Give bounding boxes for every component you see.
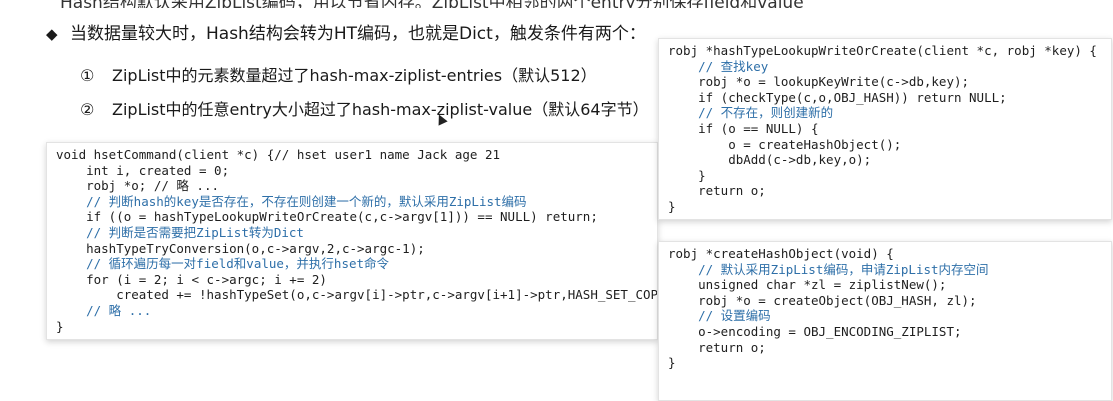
code-line: robj *o = lookupKeyWrite(c->db,key); xyxy=(668,74,970,90)
code-line: // 循环遍历每一对field和value，并执行hset命令 xyxy=(56,256,390,272)
item-text: ZipList中的任意entry大小超过了hash-max-ziplist-va… xyxy=(112,100,649,119)
list-item: ① ZipList中的元素数量超过了hash-max-ziplist-entrie… xyxy=(80,62,597,86)
code-line: return o; xyxy=(668,339,766,355)
code-block-hashtypelookupwriteorcreate: robj *hashTypeLookupWriteOrCreate(client… xyxy=(658,38,1112,220)
code-line: robj *hashTypeLookupWriteOrCreate(client… xyxy=(668,43,1097,58)
code-block-createhashobject: robj *createHashObject(void) { // 默认采用Zi… xyxy=(658,241,1112,401)
code-line: } xyxy=(668,355,676,371)
code-line: // 设置编码 xyxy=(668,308,771,324)
code-line: void hsetCommand(client *c) {// hset use… xyxy=(56,147,501,162)
diamond-bullet-icon: ◆ xyxy=(46,25,58,43)
code-line: if (checkType(c,o,OBJ_HASH)) return NULL… xyxy=(668,89,1007,105)
code-block-hsetcommand: void hsetCommand(client *c) {// hset use… xyxy=(46,142,658,340)
code-line: unsigned char *zl = ziplistNew(); xyxy=(668,277,947,293)
code-line: // 略 ... xyxy=(56,302,152,318)
code-line: } xyxy=(668,198,676,214)
code-line: dbAdd(c->db,key,o); xyxy=(668,152,872,168)
code-line: for (i = 2; i < c->argc; i += 2) xyxy=(56,271,327,287)
top-partial-text: Hash结构默认采用ZipList编码，用以节省内存。ZipList中相邻的两个… xyxy=(60,0,1110,8)
code-line: robj *o; // 略 ... xyxy=(56,178,220,194)
code-line: hashTypeTryConversion(o,c->argv,2,c->arg… xyxy=(56,240,425,256)
condition-text: 当数据量较大时，Hash结构会转为HT编码，也就是Dict，触发条件有两个： xyxy=(70,24,646,44)
code-line: // 不存在，则创建新的 xyxy=(668,105,834,121)
code-line: // 判断hash的key是否存在，不存在则创建一个新的，默认采用ZipList… xyxy=(56,193,527,209)
code-line: robj *o = createObject(OBJ_HASH, zl); xyxy=(668,292,977,308)
list-item: ② ZipList中的任意entry大小超过了hash-max-ziplist-v… xyxy=(80,96,649,120)
code-line: if ((o = hashTypeLookupWriteOrCreate(c,c… xyxy=(56,209,598,225)
item-number: ② xyxy=(80,100,95,119)
code-line: o->encoding = OBJ_ENCODING_ZIPLIST; xyxy=(668,323,962,339)
item-number: ① xyxy=(80,66,95,85)
code-line: // 查找key xyxy=(668,58,769,74)
code-line: } xyxy=(56,318,64,334)
code-line: int i, created = 0; xyxy=(56,162,230,178)
code-line: // 判断是否需要把ZipList转为Dict xyxy=(56,224,304,240)
code-line: if (o == NULL) { xyxy=(668,120,819,136)
code-line: return o; xyxy=(668,183,766,199)
code-line: // 默认采用ZipList编码，申请ZipList内存空间 xyxy=(668,261,989,277)
code-line: o = createHashObject(); xyxy=(668,136,902,152)
code-line: robj *createHashObject(void) { xyxy=(668,246,894,261)
item-text: ZipList中的元素数量超过了hash-max-ziplist-entries… xyxy=(112,66,597,85)
condition-line: ◆ 当数据量较大时，Hash结构会转为HT编码，也就是Dict，触发条件有两个： xyxy=(46,19,646,44)
code-line: } xyxy=(668,167,706,183)
code-line: created += !hashTypeSet(o,c->argv[i]->pt… xyxy=(56,287,658,303)
